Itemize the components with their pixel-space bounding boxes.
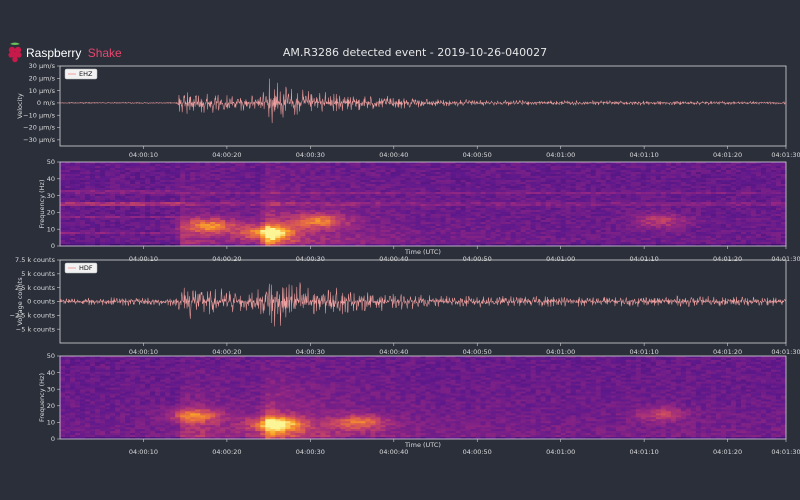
x-tick-label: 04:00:30 bbox=[296, 151, 325, 159]
y-tick-label: −10 µm/s bbox=[23, 111, 55, 119]
raspberry-shake-logo: Raspberry Shake bbox=[8, 42, 122, 63]
seismogram-figure: Raspberry Shake AM.R3286 detected event … bbox=[8, 42, 800, 456]
y-tick-label: 30 µm/s bbox=[29, 62, 56, 70]
y-tick-label: 10 µm/s bbox=[29, 87, 56, 95]
y-axis-label: Velocity bbox=[16, 93, 24, 119]
legend-label: EHZ bbox=[79, 70, 93, 78]
x-tick-label: 04:01:20 bbox=[713, 151, 742, 159]
y-tick-label: −30 µm/s bbox=[23, 136, 55, 144]
x-tick-label: 04:00:20 bbox=[212, 151, 241, 159]
plot-frame bbox=[59, 65, 787, 147]
x-tick-label: 04:01:00 bbox=[546, 151, 575, 159]
x-tick-label: 04:00:40 bbox=[379, 151, 408, 159]
x-tick-label: 04:01:10 bbox=[630, 151, 659, 159]
y-tick-label: −20 µm/s bbox=[23, 124, 55, 132]
legend: EHZ bbox=[64, 68, 98, 80]
x-tick-label: 04:01:30 bbox=[771, 151, 800, 159]
x-tick-label: 04:00:50 bbox=[463, 151, 492, 159]
logo-word-shake: Shake bbox=[88, 46, 122, 60]
spectrogram-image bbox=[60, 162, 787, 247]
logo-word-raspberry: Raspberry bbox=[26, 46, 81, 60]
panel-ehz-spectrogram: 01020304050Frequency (Hz)04:00:10 04:00:2… bbox=[38, 158, 800, 263]
raspberry-icon bbox=[8, 42, 22, 63]
y-tick-label: 0 m/s bbox=[37, 99, 56, 107]
figure-title: AM.R3286 detected event - 2019-10-26-040… bbox=[283, 46, 547, 59]
panel-ehz-waveform: 30 µm/s 20 µm/s 10 µm/s 0 m/s −10 µm/s −20 µm… bbox=[16, 62, 800, 159]
x-tick-label: 04:00:10 bbox=[129, 151, 158, 159]
y-tick-label: 20 µm/s bbox=[29, 75, 56, 83]
waveform-trace bbox=[60, 78, 786, 124]
